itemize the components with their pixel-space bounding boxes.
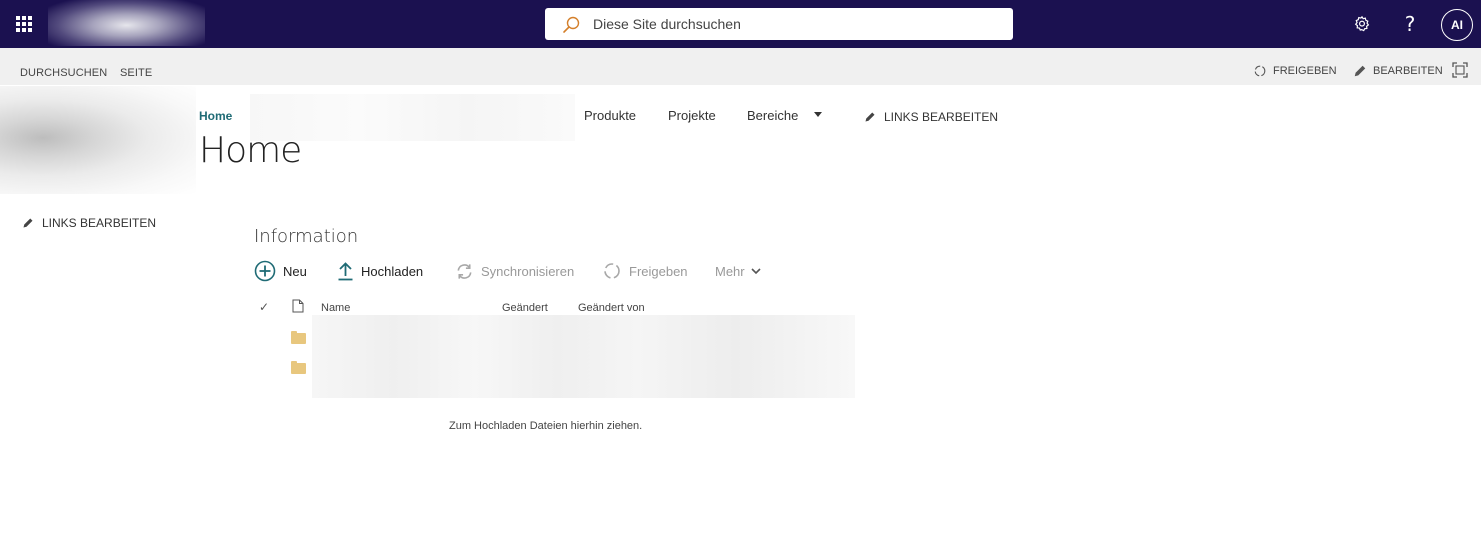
edit-page-button[interactable]: BEARBEITEN <box>1353 64 1443 78</box>
sync-icon <box>457 263 472 279</box>
settings-button[interactable] <box>1338 0 1386 48</box>
share-label: Freigeben <box>629 263 688 279</box>
column-header-modified-by[interactable]: Geändert von <box>578 302 645 314</box>
webpart-title[interactable]: Information <box>254 226 358 247</box>
search-input[interactable] <box>593 8 993 40</box>
gear-icon <box>1354 15 1370 32</box>
tenant-logo[interactable] <box>48 0 205 46</box>
pencil-icon <box>23 218 33 228</box>
column-header-modified[interactable]: Geändert <box>502 302 548 314</box>
more-button[interactable]: Mehr <box>715 260 762 282</box>
share-button[interactable]: Freigeben <box>602 260 688 282</box>
search-icon <box>563 16 580 33</box>
list-rows-hidden <box>312 315 855 398</box>
pencil-icon <box>865 112 875 122</box>
document-type-icon <box>292 299 304 313</box>
tab-page[interactable]: SEITE <box>120 67 152 79</box>
upload-button[interactable]: Hochladen <box>337 260 423 282</box>
topnav-item-bereiche[interactable]: Bereiche <box>747 108 798 123</box>
focus-mode-icon[interactable] <box>1452 62 1468 78</box>
pencil-icon <box>1354 65 1366 77</box>
search-box[interactable] <box>545 8 1013 40</box>
edit-links-quicklaunch-label: LINKS BEARBEITEN <box>42 216 157 230</box>
upload-icon <box>338 262 353 281</box>
new-button[interactable]: Neu <box>254 260 307 282</box>
folder-icon <box>291 331 306 344</box>
select-all-checkbox[interactable]: ✓ <box>259 300 269 314</box>
suite-bar: ? AI <box>0 0 1481 48</box>
share-page-button[interactable]: FREIGEBEN <box>1253 64 1337 78</box>
caret-down-icon[interactable] <box>814 112 822 117</box>
edit-page-label: BEARBEITEN <box>1373 65 1443 77</box>
more-label: Mehr <box>715 263 745 279</box>
sync-label: Synchronisieren <box>481 263 575 279</box>
avatar[interactable]: AI <box>1441 9 1473 41</box>
sync-button[interactable]: Synchronisieren <box>455 260 574 282</box>
plus-circle-icon <box>254 260 276 282</box>
site-logo[interactable] <box>0 86 196 194</box>
ribbon: DURCHSUCHEN SEITE FREIGEBEN BEARBEITEN <box>0 48 1481 85</box>
edit-links-topnav-button[interactable]: LINKS BEARBEITEN <box>864 110 998 124</box>
upload-label: Hochladen <box>361 263 424 279</box>
waffle-icon <box>16 16 32 32</box>
share-icon <box>604 263 620 279</box>
column-header-name[interactable]: Name <box>321 302 350 314</box>
folder-icon <box>291 361 306 374</box>
share-page-label: FREIGEBEN <box>1273 65 1337 77</box>
edit-links-quicklaunch-button[interactable]: LINKS BEARBEITEN <box>22 216 156 230</box>
help-button[interactable]: ? <box>1386 0 1434 48</box>
drop-hint: Zum Hochladen Dateien hierhin ziehen. <box>449 420 643 432</box>
topnav-item-projekte[interactable]: Projekte <box>668 108 716 123</box>
page-title: Home <box>199 130 302 171</box>
topnav-item-produkte[interactable]: Produkte <box>584 108 636 123</box>
share-icon <box>1254 65 1266 77</box>
app-launcher-button[interactable] <box>0 0 48 48</box>
chevron-down-icon <box>751 268 761 275</box>
topnav-item-home[interactable]: Home <box>199 109 232 123</box>
edit-links-topnav-label: LINKS BEARBEITEN <box>884 110 999 124</box>
new-label: Neu <box>283 263 307 279</box>
tab-browse[interactable]: DURCHSUCHEN <box>20 67 107 79</box>
